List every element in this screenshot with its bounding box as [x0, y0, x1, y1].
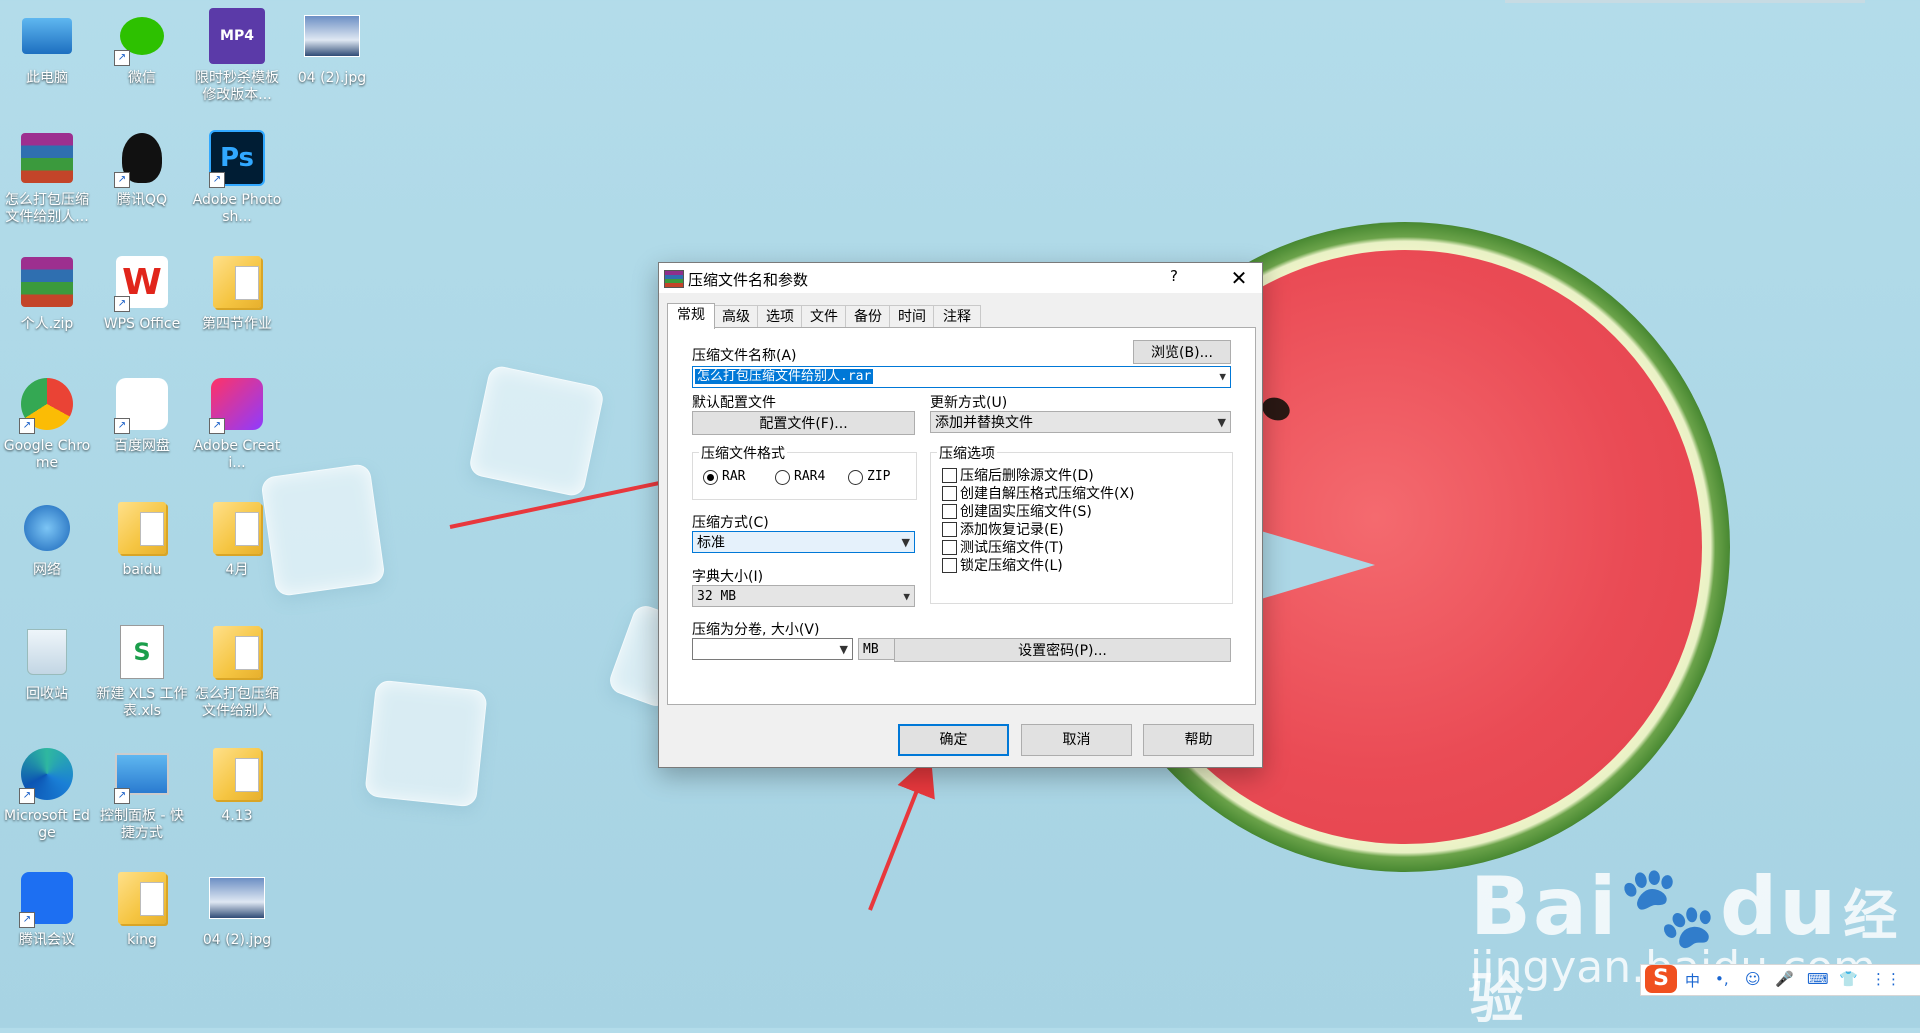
- chevron-down-icon: ▼: [903, 590, 910, 603]
- option-recovery-label: 添加恢复记录(E): [960, 522, 1064, 538]
- tab-backup[interactable]: 备份: [845, 305, 891, 328]
- format-group-title: 压缩文件格式: [699, 443, 787, 463]
- ime-menu-icon[interactable]: ⋮⋮: [1871, 970, 1901, 988]
- ime-voice-icon[interactable]: 🎤: [1775, 970, 1794, 988]
- ime-toolbar: S 中 •, ☺ 🎤 ⌨ 👕 ⋮⋮: [1640, 964, 1920, 996]
- update-mode-select[interactable]: 添加并替换文件 ▼: [930, 411, 1231, 433]
- chevron-down-icon[interactable]: ▼: [1219, 367, 1226, 387]
- checkbox-test[interactable]: [942, 540, 957, 555]
- arrow-to-rar-format: [449, 462, 704, 529]
- help-title-button[interactable]: ?: [1157, 267, 1191, 289]
- checkbox-solid[interactable]: [942, 504, 957, 519]
- ime-mode-chinese[interactable]: 中: [1685, 970, 1700, 991]
- baidu-jingyan-watermark: Bai🐾du 经验 jingyan.baidu.com: [1470, 860, 1920, 1033]
- profile-label: 默认配置文件: [692, 395, 776, 411]
- split-unit-value: MB: [863, 642, 879, 657]
- checkbox-lock[interactable]: [942, 558, 957, 573]
- option-lock-label: 锁定压缩文件(L): [960, 558, 1063, 574]
- dictionary-select[interactable]: 32 MB ▼: [692, 585, 915, 607]
- archive-options-group: 压缩选项 压缩后删除源文件(D) 创建自解压格式压缩文件(X) 创建固实压缩文件…: [930, 443, 1233, 604]
- radio-rar4[interactable]: [775, 470, 790, 485]
- checkbox-recovery[interactable]: [942, 522, 957, 537]
- paw-icon: 🐾: [1618, 860, 1720, 953]
- browse-button[interactable]: 浏览(B)...: [1133, 340, 1231, 364]
- archive-name-input[interactable]: 怎么打包压缩文件给别人.rar ▼: [692, 366, 1231, 388]
- archive-name-label: 压缩文件名称(A): [692, 348, 797, 364]
- option-test-label: 测试压缩文件(T): [960, 540, 1064, 556]
- tab-general[interactable]: 常规: [667, 303, 715, 329]
- method-select[interactable]: 标准 ▼: [692, 531, 915, 553]
- tab-options[interactable]: 选项: [757, 305, 803, 328]
- sogou-ime-icon[interactable]: S: [1645, 965, 1677, 993]
- checkbox-sfx[interactable]: [942, 486, 957, 501]
- radio-rar4-label: RAR4: [794, 469, 826, 484]
- watermark-brand2: du: [1720, 860, 1839, 953]
- ok-button[interactable]: 确定: [898, 724, 1009, 756]
- tab-time[interactable]: 时间: [889, 305, 935, 328]
- dialog-title: 压缩文件名和参数: [688, 271, 809, 289]
- arrow-to-ok-button: [868, 755, 935, 911]
- radio-rar-label: RAR: [722, 469, 746, 484]
- radio-zip-label: ZIP: [867, 469, 891, 484]
- option-solid-label: 创建固实压缩文件(S): [960, 504, 1092, 520]
- tab-files[interactable]: 文件: [801, 305, 847, 328]
- option-delete-after-label: 压缩后删除源文件(D): [960, 468, 1094, 484]
- dictionary-label: 字典大小(I): [692, 569, 764, 585]
- cancel-button[interactable]: 取消: [1021, 724, 1132, 756]
- update-mode-label: 更新方式(U): [930, 395, 1008, 411]
- checkbox-delete-after[interactable]: [942, 468, 957, 483]
- watermark-brand: Bai: [1470, 860, 1619, 953]
- radio-rar[interactable]: [703, 470, 718, 485]
- set-password-button[interactable]: 设置密码(P)...: [894, 638, 1231, 662]
- chevron-down-icon: ▼: [901, 536, 910, 549]
- archive-name-and-parameters-dialog: 压缩文件名和参数 ? ✕ 常规 高级 选项 文件 备份 时间 注释 压缩文件名称…: [658, 262, 1263, 768]
- dialog-titlebar: 压缩文件名和参数 ? ✕: [659, 263, 1262, 293]
- dictionary-value: 32 MB: [697, 589, 737, 604]
- options-group-title: 压缩选项: [937, 443, 997, 463]
- split-size-input[interactable]: ▼: [692, 638, 853, 660]
- update-mode-value: 添加并替换文件: [935, 415, 1033, 431]
- archive-name-value: 怎么打包压缩文件给别人.rar: [695, 369, 874, 384]
- radio-zip[interactable]: [848, 470, 863, 485]
- close-icon[interactable]: ✕: [1219, 265, 1259, 291]
- ime-punctuation-icon[interactable]: •,: [1715, 970, 1729, 988]
- ime-emoji-icon[interactable]: ☺: [1745, 970, 1761, 988]
- profile-button[interactable]: 配置文件(F)...: [692, 411, 915, 435]
- general-tab-panel: 压缩文件名称(A) 浏览(B)... 怎么打包压缩文件给别人.rar ▼ 默认配…: [667, 327, 1256, 705]
- chevron-down-icon: ▼: [839, 643, 848, 656]
- tab-comment[interactable]: 注释: [933, 305, 981, 328]
- format-group: 压缩文件格式 RAR RAR4 ZIP: [692, 443, 917, 500]
- method-value: 标准: [697, 535, 725, 551]
- tab-advanced[interactable]: 高级: [713, 305, 759, 328]
- option-sfx-label: 创建自解压格式压缩文件(X): [960, 486, 1135, 502]
- winrar-icon: [664, 270, 684, 288]
- ime-skin-icon[interactable]: 👕: [1839, 970, 1858, 988]
- chevron-down-icon: ▼: [1217, 416, 1226, 429]
- method-label: 压缩方式(C): [692, 515, 769, 531]
- help-button[interactable]: 帮助: [1143, 724, 1254, 756]
- split-volume-label: 压缩为分卷, 大小(V): [692, 622, 820, 638]
- ime-keyboard-icon[interactable]: ⌨: [1807, 970, 1829, 988]
